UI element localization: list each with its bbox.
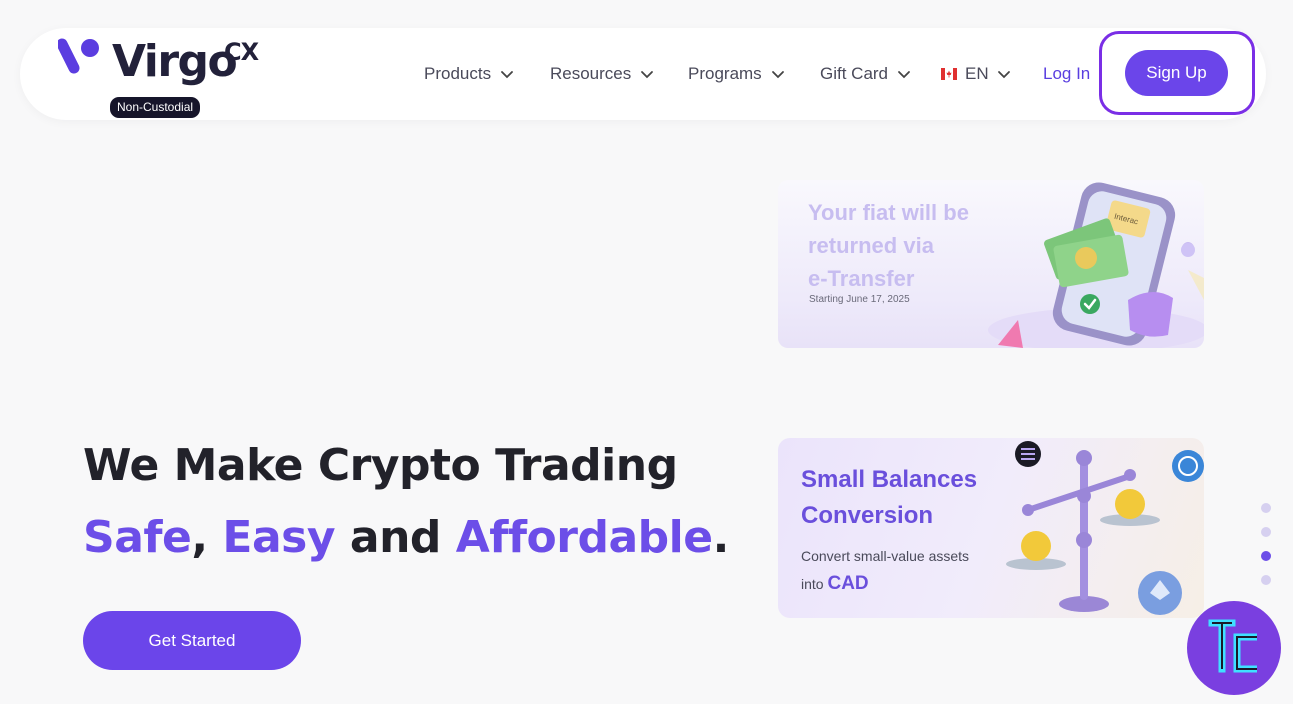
hero-period: .	[712, 512, 730, 563]
phone-money-illustration: Interac	[988, 182, 1204, 348]
chevron-down-icon	[641, 71, 654, 79]
banner-etransfer-title: Your fiat will be returned via e-Transfe…	[808, 196, 969, 295]
navbar: Virgo CX Non-Custodial Products Resource…	[20, 28, 1266, 120]
hero-word-affordable: Affordable	[455, 512, 713, 563]
login-link[interactable]: Log In	[1043, 64, 1090, 84]
tc-logo-icon	[1208, 619, 1257, 673]
carousel-dot-1[interactable]	[1261, 503, 1271, 513]
banner-etransfer-title-line2: returned via	[808, 233, 934, 258]
non-custodial-badge: Non-Custodial	[110, 97, 201, 118]
banner-small-balances-desc-line1: Convert small-value assets	[801, 548, 970, 564]
hero-heading: We Make Crypto Trading	[83, 440, 678, 491]
logo-text: Virgo	[112, 36, 238, 87]
logo[interactable]: Virgo CX Non-Custodial	[58, 36, 259, 118]
banner-small-balances-title-line1: Small Balances	[801, 466, 978, 493]
hero-subheading: Safe, Easy and Affordable.	[83, 512, 729, 563]
language-label: EN	[965, 64, 989, 83]
desc-cad: CAD	[827, 573, 869, 594]
logo-suffix: CX	[224, 38, 259, 66]
banner-small-balances-desc: Convert small-value assets into CAD	[801, 542, 969, 598]
carousel-dot-3[interactable]	[1261, 551, 1271, 561]
signup-button[interactable]: Sign Up	[1125, 50, 1228, 96]
banner-small-balances-title-line2: Conversion	[801, 502, 934, 529]
balance-scale-illustration	[1006, 441, 1204, 615]
floating-widget[interactable]	[1187, 601, 1281, 695]
desc-into: into	[801, 576, 824, 592]
nav-programs-label: Programs	[688, 64, 762, 83]
chevron-down-icon	[501, 71, 513, 79]
nav-products-label: Products	[424, 64, 492, 83]
hero-word-safe: Safe	[83, 512, 192, 563]
banner-etransfer[interactable]: Your fiat will be returned via e-Transfe…	[778, 180, 1204, 348]
canada-flag-icon	[941, 68, 957, 80]
hero-word-easy: Easy	[222, 512, 336, 563]
hero-comma: ,	[191, 512, 208, 563]
banner-small-balances[interactable]: Small Balances Conversion Convert small-…	[778, 438, 1204, 618]
banner-etransfer-title-line1: Your fiat will be	[808, 200, 969, 225]
nav-gift-card[interactable]: Gift Card	[820, 64, 911, 84]
nav-products[interactable]: Products	[424, 64, 514, 84]
carousel-dot-2[interactable]	[1261, 527, 1271, 537]
nav-programs[interactable]: Programs	[688, 64, 785, 84]
banner-etransfer-date: Starting June 17, 2025	[809, 294, 910, 305]
get-started-button[interactable]: Get Started	[83, 611, 301, 670]
virgo-logo-icon	[58, 38, 99, 74]
chevron-down-icon	[771, 71, 784, 79]
nav-resources-label: Resources	[550, 64, 632, 83]
banner-small-balances-title: Small Balances Conversion	[801, 462, 977, 534]
nav-resources[interactable]: Resources	[550, 64, 654, 84]
carousel-dot-4[interactable]	[1261, 575, 1271, 585]
banner-etransfer-title-line3: e-Transfer	[808, 266, 915, 291]
chevron-down-icon	[997, 71, 1010, 79]
banner-small-balances-desc-line2: into CAD	[801, 570, 969, 598]
language-selector[interactable]: EN	[941, 64, 1011, 84]
carousel-dots	[1261, 503, 1271, 599]
nav-gift-card-label: Gift Card	[820, 64, 889, 83]
hero-word-and: and	[349, 512, 442, 563]
chevron-down-icon	[898, 71, 910, 79]
